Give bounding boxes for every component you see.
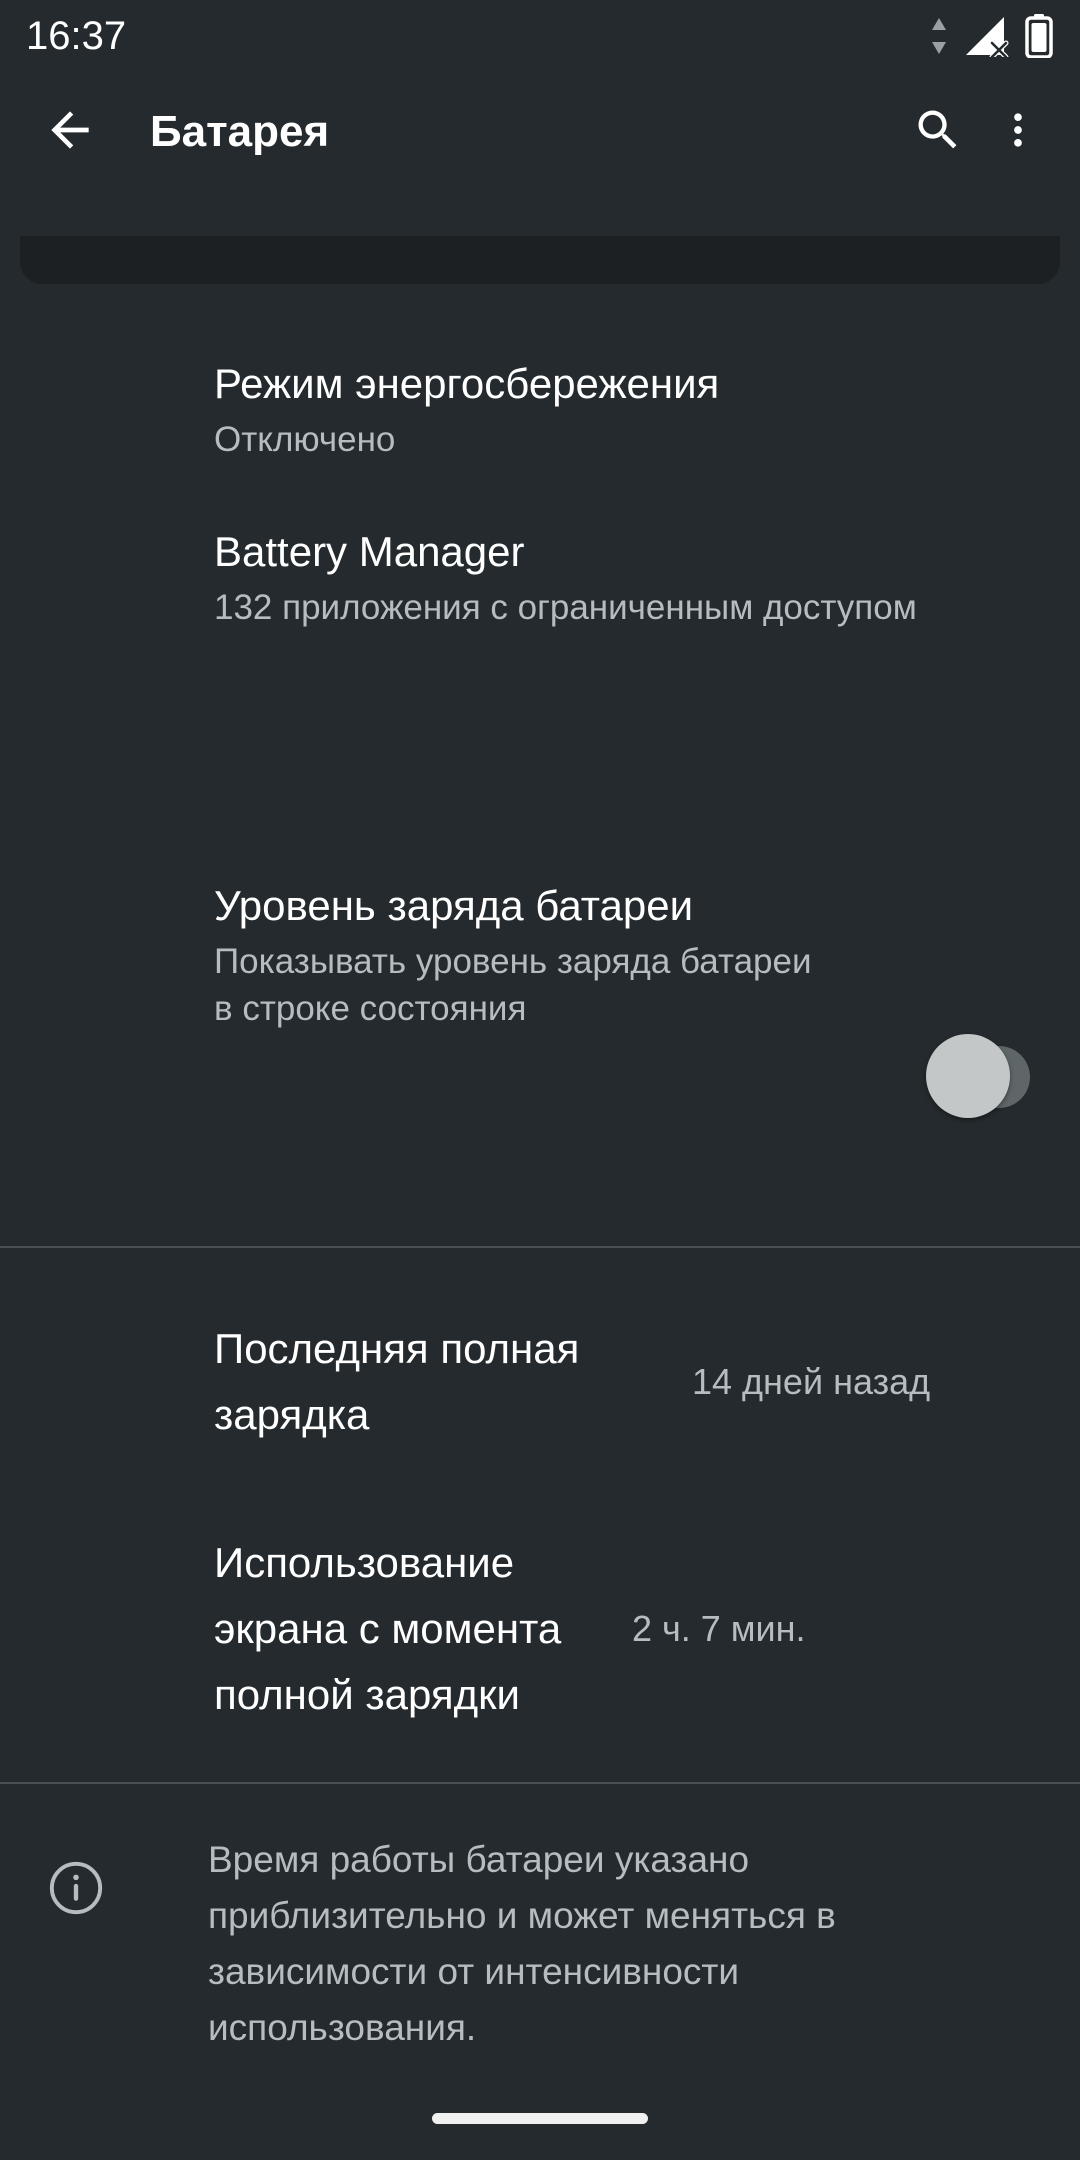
- list-item-value: 2 ч. 7 мин.: [632, 1608, 806, 1649]
- list-item-power-save-mode[interactable]: Режим энергосбережения Отключено: [0, 356, 1080, 463]
- overflow-menu-button[interactable]: [982, 88, 1054, 176]
- disclaimer-text: Время работы батареи указано приблизител…: [208, 1839, 836, 2048]
- list-item-battery-level-percent[interactable]: Уровень заряда батареи Показывать уровен…: [0, 878, 1080, 1118]
- app-bar: Батарея: [0, 72, 1080, 192]
- list-item-battery-manager[interactable]: Battery Manager 132 приложения с огранич…: [0, 524, 1080, 631]
- search-icon: [912, 104, 964, 161]
- list-item-title: Последняя полная зарядка: [214, 1325, 580, 1438]
- signal-off-icon: [964, 15, 1010, 57]
- list-item-summary: 132 приложения с ограниченным доступом: [214, 588, 917, 627]
- toggle-thumb: [926, 1034, 1010, 1118]
- battery-settings-screen: 16:37 Батарея Режим энергосбережения Отк…: [0, 0, 1080, 2160]
- battery-icon: [1024, 14, 1054, 58]
- list-item-title: Battery Manager: [214, 528, 525, 575]
- list-item-summary: Показывать уровень заряда батареи в стро…: [214, 942, 812, 1028]
- info-circle-icon: [46, 1858, 106, 1918]
- battery-disclaimer: Время работы батареи указано приблизител…: [0, 1832, 1080, 2056]
- list-item-value: 14 дней назад: [692, 1361, 931, 1402]
- status-bar: 16:37: [0, 0, 1080, 72]
- list-item-summary: Отключено: [214, 420, 396, 459]
- page-title: Батарея: [150, 107, 330, 156]
- more-vertical-icon: [996, 108, 1040, 157]
- list-item-title: Уровень заряда батареи: [214, 882, 694, 929]
- list-item-screen-usage[interactable]: Использование экрана с момента полной за…: [0, 1530, 1080, 1728]
- gesture-nav-pill[interactable]: [432, 2113, 648, 2124]
- list-item-title: Использование экрана с момента полной за…: [214, 1539, 562, 1718]
- status-bar-clock: 16:37: [26, 13, 127, 58]
- scrolled-battery-chart-card[interactable]: [20, 236, 1060, 284]
- back-arrow-icon: [42, 102, 98, 163]
- section-divider: [0, 1246, 1080, 1248]
- list-item-last-full-charge[interactable]: Последняя полная зарядка 14 дней назад: [0, 1316, 1080, 1448]
- section-divider: [0, 1782, 1080, 1784]
- list-item-title: Режим энергосбережения: [214, 360, 720, 407]
- status-bar-icons: [928, 14, 1054, 58]
- back-button[interactable]: [26, 88, 114, 176]
- data-transfer-icon: [928, 16, 950, 56]
- search-button[interactable]: [894, 88, 982, 176]
- battery-level-toggle[interactable]: [926, 1034, 1030, 1118]
